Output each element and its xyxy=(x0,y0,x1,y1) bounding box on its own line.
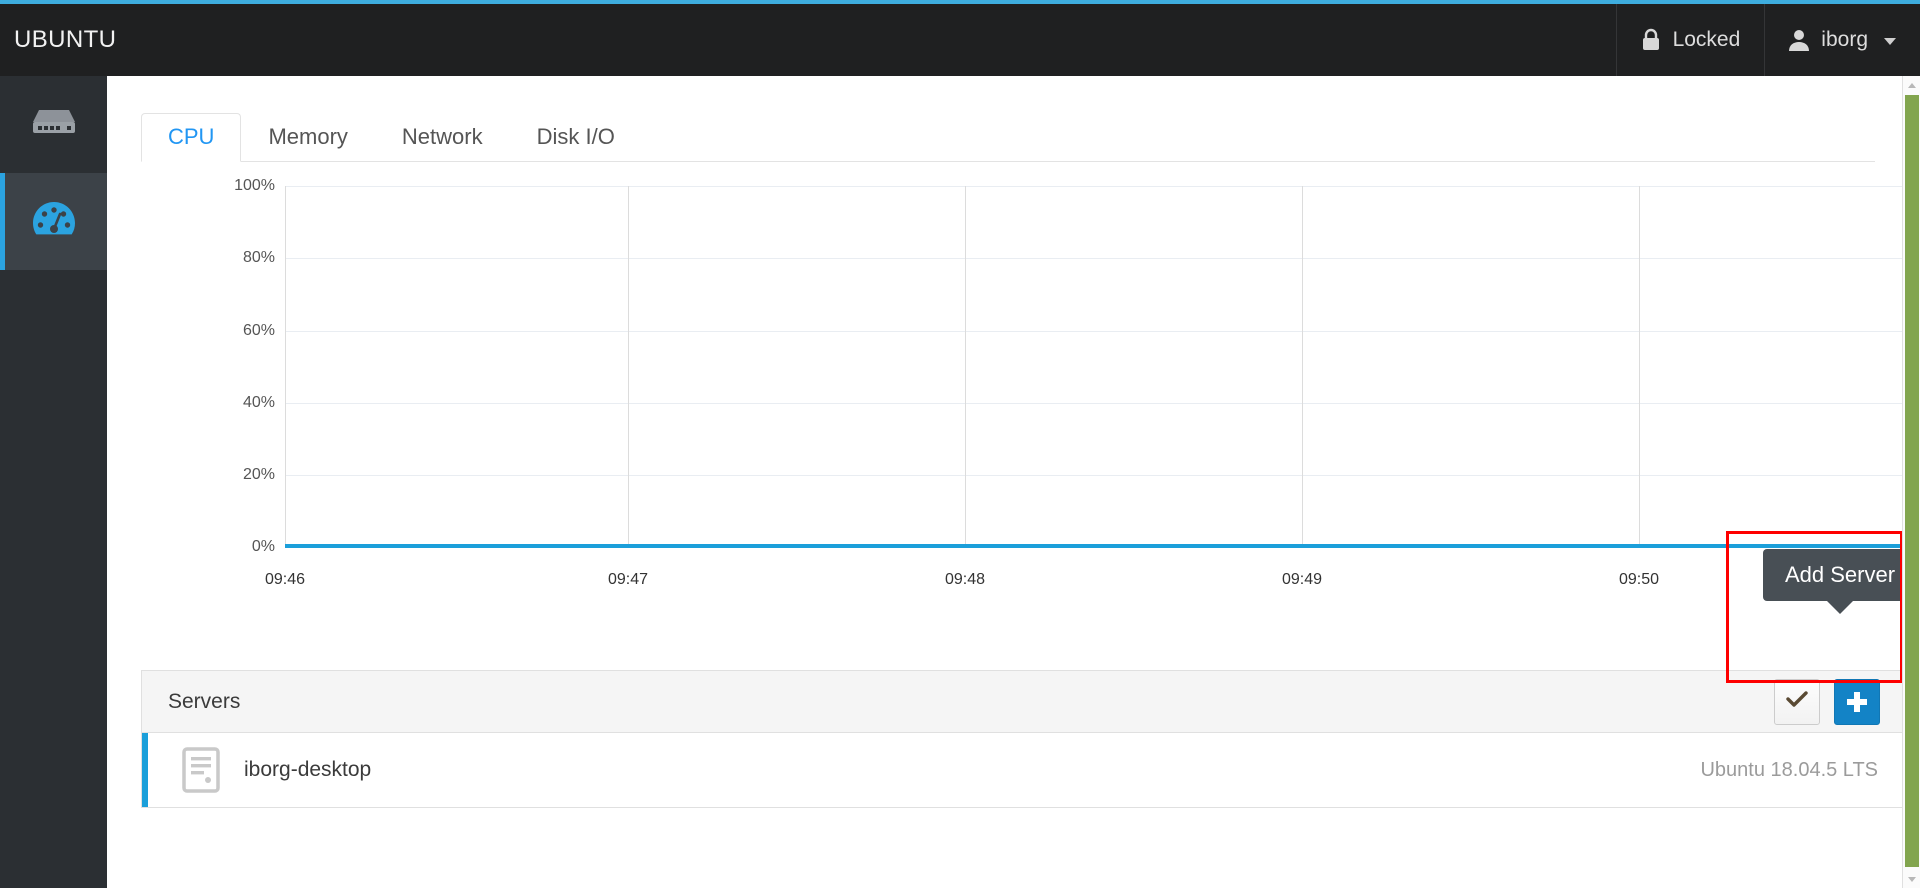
panel-title: Servers xyxy=(142,690,240,714)
x-tick-label: 09:46 xyxy=(265,571,305,589)
lock-label: Locked xyxy=(1673,28,1741,52)
x-tick-label: 09:50 xyxy=(1619,571,1659,589)
cpu-series-line xyxy=(285,186,1907,548)
check-icon xyxy=(1786,690,1808,713)
y-tick-label: 60% xyxy=(205,322,275,340)
y-tick-label: 20% xyxy=(205,466,275,484)
x-tick-label: 09:49 xyxy=(1282,571,1322,589)
server-name: iborg-desktop xyxy=(244,758,371,782)
brand-title: UBUNTU xyxy=(0,28,116,52)
lock-icon xyxy=(1641,28,1661,52)
user-label: iborg xyxy=(1821,28,1868,52)
y-tick-label: 40% xyxy=(205,394,275,412)
plus-icon xyxy=(1847,692,1867,712)
navbar-right: Locked iborg xyxy=(1616,4,1920,76)
chevron-down-icon xyxy=(1884,38,1896,45)
x-tick-label: 09:47 xyxy=(608,571,648,589)
cpu-chart: 100% 80% 60% 40% 20% 0% xyxy=(141,186,1907,656)
tab-cpu[interactable]: CPU xyxy=(141,113,241,162)
y-tick-label: 100% xyxy=(205,177,275,195)
sidebar-item-servers[interactable] xyxy=(0,76,107,173)
y-tick-label: 80% xyxy=(205,249,275,267)
scroll-down-arrow-icon[interactable] xyxy=(1903,870,1920,888)
server-list-item[interactable]: iborg-desktop Ubuntu 18.04.5 LTS xyxy=(142,733,1906,807)
tab-memory[interactable]: Memory xyxy=(241,113,374,162)
user-menu[interactable]: iborg xyxy=(1764,4,1920,76)
confirm-button[interactable] xyxy=(1774,679,1820,725)
scroll-up-arrow-icon[interactable] xyxy=(1903,76,1920,94)
add-server-tooltip: Add Server xyxy=(1763,549,1917,601)
scrollbar-thumb[interactable] xyxy=(1905,95,1919,867)
desktop-tower-icon xyxy=(182,747,220,793)
chart-plot-area xyxy=(285,186,1907,548)
page-scrollbar[interactable] xyxy=(1902,76,1920,888)
metric-tabs: CPU Memory Network Disk I/O xyxy=(141,110,1875,162)
dashboard-gauge-icon xyxy=(31,199,77,244)
tab-disk-io[interactable]: Disk I/O xyxy=(510,113,642,162)
main-content: CPU Memory Network Disk I/O 100% 80% 60%… xyxy=(107,76,1907,888)
add-server-button[interactable] xyxy=(1834,679,1880,725)
y-tick-label: 0% xyxy=(205,538,275,556)
app-root: UBUNTU Locked iborg xyxy=(0,0,1920,888)
panel-actions xyxy=(1774,679,1906,725)
sidebar-item-dashboard[interactable] xyxy=(0,173,107,270)
servers-panel-header: Servers xyxy=(142,671,1906,733)
sidebar xyxy=(0,76,107,888)
top-navbar: UBUNTU Locked iborg xyxy=(0,0,1920,76)
server-os: Ubuntu 18.04.5 LTS xyxy=(1700,759,1878,782)
tab-network[interactable]: Network xyxy=(375,113,510,162)
servers-panel: Servers xyxy=(141,670,1907,808)
user-icon xyxy=(1789,29,1809,51)
lock-status[interactable]: Locked xyxy=(1616,4,1765,76)
server-icon xyxy=(31,106,77,143)
x-tick-label: 09:48 xyxy=(945,571,985,589)
